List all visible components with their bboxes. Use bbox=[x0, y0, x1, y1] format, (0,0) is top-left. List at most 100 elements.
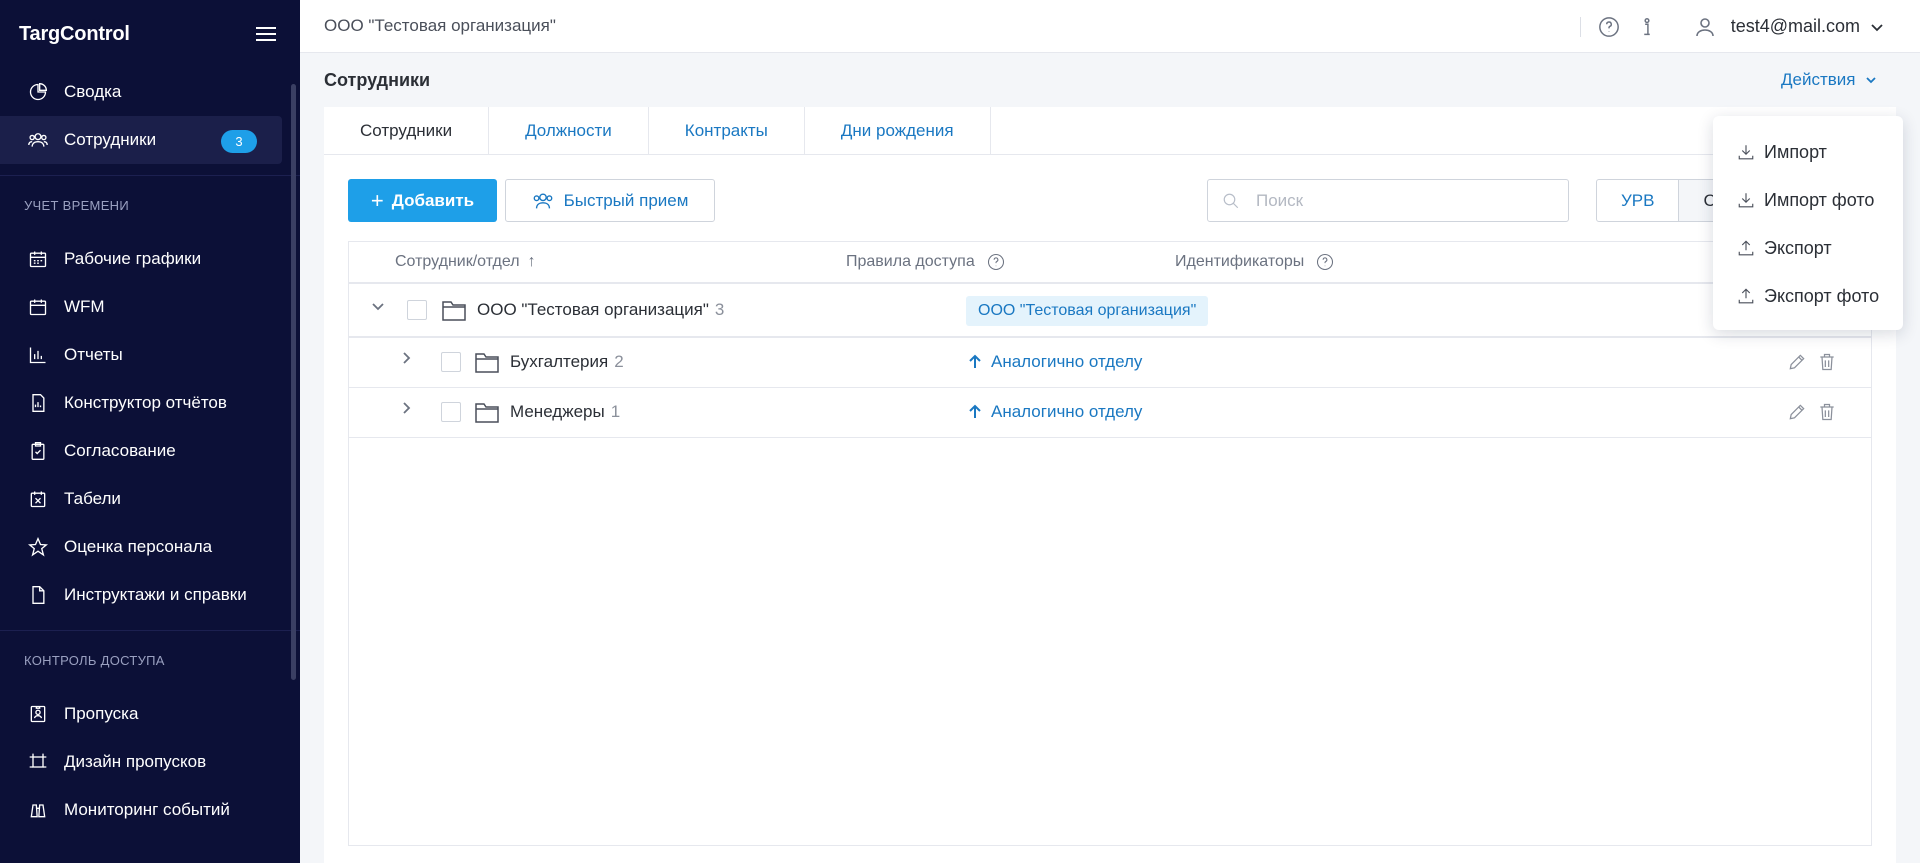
row-name: Менеджеры 1 bbox=[510, 402, 620, 422]
edit-icon[interactable] bbox=[1787, 352, 1807, 372]
access-inherit-link[interactable]: Аналогично отделу bbox=[967, 352, 1142, 372]
help-icon[interactable] bbox=[987, 253, 1005, 271]
users-icon bbox=[27, 129, 49, 151]
row-count: 3 bbox=[714, 300, 725, 319]
user-email: test4@mail.com bbox=[1730, 16, 1860, 36]
sidebar-item-label: Отчеты bbox=[64, 345, 123, 364]
employees-card: Сотрудники Должности Контракты Дни рожде… bbox=[324, 107, 1896, 863]
table-header: Сотрудник/отдел ↑ Правила доступа Иденти… bbox=[349, 242, 1871, 284]
actions-button[interactable]: Действия bbox=[1781, 70, 1877, 90]
info-icon[interactable] bbox=[1635, 15, 1659, 39]
sidebar-item-pass-design[interactable]: Дизайн пропусков bbox=[0, 738, 300, 786]
topbar-right: test4@mail.com bbox=[1579, 0, 1920, 53]
sidebar-section-time: УЧЕТ ВРЕМЕНИ bbox=[0, 175, 300, 235]
chevron-right-icon[interactable] bbox=[399, 351, 413, 365]
document-icon bbox=[27, 584, 49, 606]
help-icon[interactable] bbox=[1597, 15, 1621, 39]
upload-icon bbox=[1738, 240, 1754, 256]
star-icon bbox=[27, 536, 49, 558]
sidebar-item-label: Инструктажи и справки bbox=[64, 585, 247, 604]
access-inherit-label: Аналогично отделу bbox=[991, 402, 1143, 421]
menu-item-import-photo[interactable]: Импорт фото bbox=[1713, 176, 1903, 224]
access-rule-tag[interactable]: ООО "Тестовая организация" bbox=[966, 296, 1209, 326]
user-menu[interactable]: test4@mail.com bbox=[1693, 15, 1884, 39]
department-name: Бухгалтерия bbox=[510, 352, 609, 371]
add-button[interactable]: + Добавить bbox=[348, 179, 497, 222]
row-count: 1 bbox=[610, 402, 621, 421]
sidebar-item-label: Мониторинг событий bbox=[64, 800, 230, 819]
sidebar-item-label: Сводка bbox=[64, 82, 122, 101]
sidebar-item-label: Оценка персонала bbox=[64, 537, 213, 556]
sidebar-item-event-monitoring[interactable]: Мониторинг событий bbox=[0, 786, 300, 834]
help-icon[interactable] bbox=[1316, 253, 1334, 271]
tab-positions[interactable]: Должности bbox=[489, 107, 649, 155]
seg-urv[interactable]: УРВ bbox=[1597, 180, 1678, 221]
sidebar-main-list: Сводка Сотрудники 3 bbox=[0, 68, 300, 164]
col-identifiers-label: Идентификаторы bbox=[1175, 253, 1305, 270]
users-icon bbox=[533, 192, 552, 208]
table-row-organization[interactable]: ООО "Тестовая организация" 3 ООО "Тестова… bbox=[349, 284, 1871, 338]
row-checkbox[interactable] bbox=[441, 402, 461, 422]
sidebar-item-summary[interactable]: Сводка bbox=[0, 68, 300, 116]
sidebar-item-label: Конструктор отчётов bbox=[64, 393, 227, 412]
row-checkbox[interactable] bbox=[407, 300, 427, 320]
chevron-down-icon bbox=[1866, 77, 1877, 84]
sidebar-section-access: КОНТРОЛЬ ДОСТУПА bbox=[0, 630, 300, 690]
sidebar-item-reports[interactable]: Отчеты bbox=[0, 331, 300, 379]
calendar-grid-icon bbox=[27, 248, 49, 270]
search-input[interactable] bbox=[1256, 190, 1556, 211]
sidebar-item-report-builder[interactable]: Конструктор отчётов bbox=[0, 379, 300, 427]
sidebar-access-list: Пропуска Дизайн пропусков Мониторинг соб… bbox=[0, 690, 300, 834]
access-inherit-link[interactable]: Аналогично отделу bbox=[967, 402, 1142, 422]
bar-chart-icon bbox=[27, 344, 49, 366]
sidebar-item-approval[interactable]: Согласование bbox=[0, 427, 300, 475]
organization-title: ООО "Тестовая организация" bbox=[324, 16, 556, 35]
sidebar-item-schedules[interactable]: Рабочие графики bbox=[0, 235, 300, 283]
page-title: Сотрудники bbox=[324, 70, 431, 90]
sidebar-item-evaluation[interactable]: Оценка персонала bbox=[0, 523, 300, 571]
divider bbox=[1579, 16, 1581, 37]
chevron-right-icon[interactable] bbox=[399, 401, 413, 415]
arrow-up-icon bbox=[969, 354, 981, 368]
pie-chart-icon bbox=[27, 81, 49, 103]
menu-item-import[interactable]: Импорт bbox=[1713, 128, 1903, 176]
sidebar-item-label: Согласование bbox=[64, 441, 176, 460]
table-row[interactable]: Менеджеры 1 Аналогично отделу bbox=[349, 388, 1871, 438]
tab-employees[interactable]: Сотрудники bbox=[324, 107, 490, 155]
toolbar: + Добавить Быстрый прием УРВ С bbox=[348, 179, 1872, 223]
menu-item-label: Импорт фото bbox=[1764, 189, 1875, 210]
table-row[interactable]: Бухгалтерия 2 Аналогично отделу bbox=[349, 338, 1871, 388]
search-box bbox=[1207, 179, 1569, 222]
trash-icon[interactable] bbox=[1817, 352, 1837, 372]
sidebar-time-list: Рабочие графики WFM Отчеты Конструктор о… bbox=[0, 235, 300, 619]
pass-design-icon bbox=[27, 751, 49, 773]
menu-item-export[interactable]: Экспорт bbox=[1713, 224, 1903, 272]
sidebar-item-employees[interactable]: Сотрудники 3 bbox=[0, 116, 282, 164]
col-employee[interactable]: Сотрудник/отдел ↑ bbox=[395, 253, 536, 271]
quick-hire-button[interactable]: Быстрый прием bbox=[505, 179, 715, 222]
menu-item-export-photo[interactable]: Экспорт фото bbox=[1713, 272, 1903, 320]
org-name: ООО "Тестовая организация" bbox=[477, 300, 709, 319]
tab-contracts[interactable]: Контракты bbox=[649, 107, 805, 155]
arrow-up-icon bbox=[969, 404, 981, 418]
quick-hire-label: Быстрый прием bbox=[563, 190, 689, 210]
calendar-icon bbox=[27, 296, 49, 318]
folder-icon bbox=[475, 401, 499, 423]
sidebar-item-briefings[interactable]: Инструктажи и справки bbox=[0, 571, 300, 619]
sidebar-item-passes[interactable]: Пропуска bbox=[0, 690, 300, 738]
row-checkbox[interactable] bbox=[441, 352, 461, 372]
tab-birthdays[interactable]: Дни рождения bbox=[805, 107, 991, 155]
calendar-x-icon bbox=[27, 488, 49, 510]
folder-icon bbox=[442, 299, 466, 321]
trash-icon[interactable] bbox=[1817, 402, 1837, 422]
sidebar-item-timesheets[interactable]: Табели bbox=[0, 475, 300, 523]
row-count: 2 bbox=[614, 352, 624, 371]
menu-toggle-icon[interactable] bbox=[256, 26, 276, 42]
app-logo[interactable]: TargControl bbox=[19, 23, 130, 46]
binoculars-icon bbox=[27, 799, 49, 821]
edit-icon[interactable] bbox=[1787, 402, 1807, 422]
actions-label: Действия bbox=[1781, 70, 1856, 89]
sidebar-item-wfm[interactable]: WFM bbox=[0, 283, 300, 331]
menu-item-label: Экспорт bbox=[1764, 237, 1832, 258]
chevron-down-icon[interactable] bbox=[371, 299, 385, 313]
